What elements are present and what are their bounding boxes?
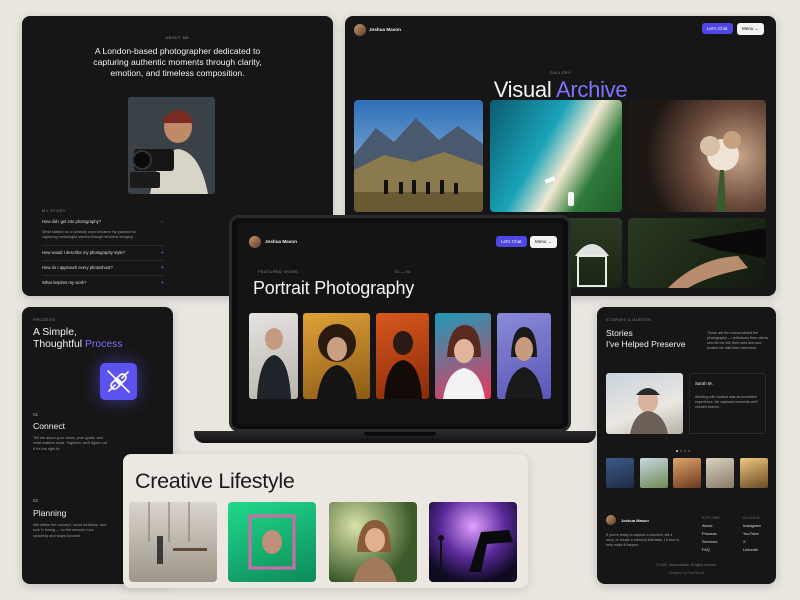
thumbnail[interactable] (740, 458, 768, 488)
menu-button[interactable]: Menu ⌄ (530, 236, 557, 248)
portrait-woman-purple[interactable] (497, 313, 551, 399)
step-number: 01 (33, 412, 39, 417)
woman-nature-photo[interactable] (329, 502, 417, 582)
brand-name[interactable]: Joshua Mason (265, 239, 297, 244)
logo-avatar[interactable] (354, 24, 366, 36)
logo-avatar[interactable] (249, 236, 261, 248)
testimonial-text: Working with Joshua was an incredible ex… (695, 395, 758, 409)
plus-icon: + (161, 280, 164, 286)
lifestyle-card: Creative Lifestyle (123, 454, 528, 588)
step-title: Connect (33, 421, 66, 431)
laptop-page: Joshua Mason Let's Chat Menu ⌄ FEATURED … (237, 223, 563, 424)
stories-eyebrow: STORIES & GUESTS (606, 317, 652, 322)
hands-photo[interactable] (628, 218, 766, 288)
divider (42, 275, 164, 276)
lets-chat-button[interactable]: Let's Chat (702, 23, 733, 34)
divider (42, 245, 164, 246)
faq-item[interactable]: How would I describe my photography styl… (42, 250, 164, 256)
story-label: MY STORY (42, 208, 66, 213)
process-title-accent: Process (85, 339, 123, 350)
process-title-line2: Thoughtful (33, 339, 85, 350)
footer-brand-name: Joshua Mason (621, 518, 649, 523)
lifestyle-title: Creative Lifestyle (135, 469, 295, 493)
thumbnail[interactable] (673, 458, 701, 488)
step-title: Planning (33, 508, 67, 518)
footer-link-x[interactable]: X (743, 539, 746, 544)
footer-link-linkedin[interactable]: LinkedIn (743, 547, 758, 552)
stories-title-line1: Stories (606, 328, 633, 338)
studio-photo[interactable] (129, 502, 217, 582)
footer-description: If you're ready to capture a moment, tel… (606, 533, 680, 547)
gallery-title-part1: Visual (493, 77, 557, 102)
divider (42, 260, 164, 261)
designer-credit: Designed by Pixel Studio (668, 571, 705, 575)
testimonial: Sarah M. Working with Joshua was an incr… (689, 373, 766, 434)
footer-link-faq[interactable]: FAQ (702, 547, 710, 552)
process-eyebrow: PROCESS (33, 317, 56, 322)
mountain-photo[interactable] (354, 100, 483, 212)
thumbnail[interactable] (606, 458, 634, 488)
faq-question: What inspires my work? (42, 280, 87, 285)
step-number: 02 (33, 498, 39, 503)
menu-label: Menu (742, 26, 754, 31)
process-title: A Simple, Thoughtful Process (33, 327, 123, 351)
laptop-notch (364, 432, 436, 436)
testimonial-name: Sarah M. (695, 381, 713, 386)
stories-title: Stories I've Helped Preserve (606, 328, 686, 349)
step-description: Tell me about your vision, your goals, a… (33, 436, 107, 451)
stories-card: STORIES & GUESTS Stories I've Helped Pre… (597, 307, 776, 584)
featured-eyebrow: FEATURED WORK (258, 269, 299, 274)
laptop-screen: Joshua Mason Let's Chat Menu ⌄ FEATURED … (229, 215, 571, 432)
thumbnail[interactable] (706, 458, 734, 488)
client-photo[interactable] (606, 373, 683, 434)
gallery-eyebrow: GALLERY (549, 70, 572, 75)
footer-link-about[interactable]: About (702, 523, 712, 528)
concert-photo[interactable] (429, 502, 517, 582)
frame-portrait-photo[interactable] (228, 502, 316, 582)
chevron-down-icon: ⌄ (754, 26, 759, 31)
footer-link-youtube[interactable]: YouTube (743, 531, 759, 536)
stories-title-line2: I've Helped Preserve (606, 338, 686, 349)
thumbnail[interactable] (640, 458, 668, 488)
about-eyebrow: ABOUT ME (165, 35, 190, 40)
photographer-portrait (128, 97, 215, 194)
logo-avatar[interactable] (606, 515, 616, 525)
plus-icon: + (161, 265, 164, 271)
portrait-title: Portrait Photography (253, 278, 415, 298)
faq-item[interactable]: How did I get into photography? − (42, 219, 164, 225)
gallery-title-accent: Archive (556, 77, 628, 102)
footer-link-services[interactable]: Services (702, 539, 717, 544)
stories-description: These are the voices behind the photogra… (707, 331, 769, 350)
portrait-orange-bg[interactable] (376, 313, 429, 399)
faq-item[interactable]: How do I approach every photoshoot? + (42, 265, 164, 271)
chevron-down-icon: ⌄ (547, 239, 552, 244)
beach-aerial-photo[interactable] (490, 100, 622, 212)
faq-question: How would I describe my photography styl… (42, 250, 126, 255)
menu-button[interactable]: Menu ⌄ (737, 23, 764, 35)
footer-link-process[interactable]: Process (702, 531, 716, 536)
socials-heading: SOCIALS (743, 516, 760, 520)
faq-answer: What started as a curiosity soon became … (42, 230, 137, 240)
menu-label: Menu (535, 239, 547, 244)
brand-name[interactable]: Joshua Mason (369, 27, 401, 32)
copyright: © 2025, Joshua Mason. All rights reserve… (656, 563, 717, 567)
minus-icon: − (161, 219, 164, 225)
portrait-woman-pink[interactable] (435, 313, 491, 399)
footer-link-instagram[interactable]: Instagram (743, 523, 761, 528)
about-headline: A London-based photographer dedicated to… (93, 46, 262, 78)
lets-chat-button[interactable]: Let's Chat (496, 236, 527, 247)
plus-icon: + (161, 250, 164, 256)
faq-item[interactable]: What inspires my work? + (42, 280, 164, 286)
bouquet-photo[interactable] (628, 100, 766, 212)
slide-counter: 01 — 04 (395, 269, 411, 274)
faq-question: How do I approach every photoshoot? (42, 265, 113, 270)
faq-question: How did I get into photography? (42, 219, 102, 224)
step-description: We define the concept, scout locations, … (33, 523, 107, 538)
portrait-man-suit[interactable] (249, 313, 298, 399)
connect-plug-icon (100, 363, 137, 400)
portrait-curly-hair[interactable] (303, 313, 370, 399)
carousel-dots[interactable] (676, 439, 692, 457)
explore-heading: EXPLORE (702, 516, 721, 520)
process-title-line1: A Simple, (33, 327, 77, 338)
